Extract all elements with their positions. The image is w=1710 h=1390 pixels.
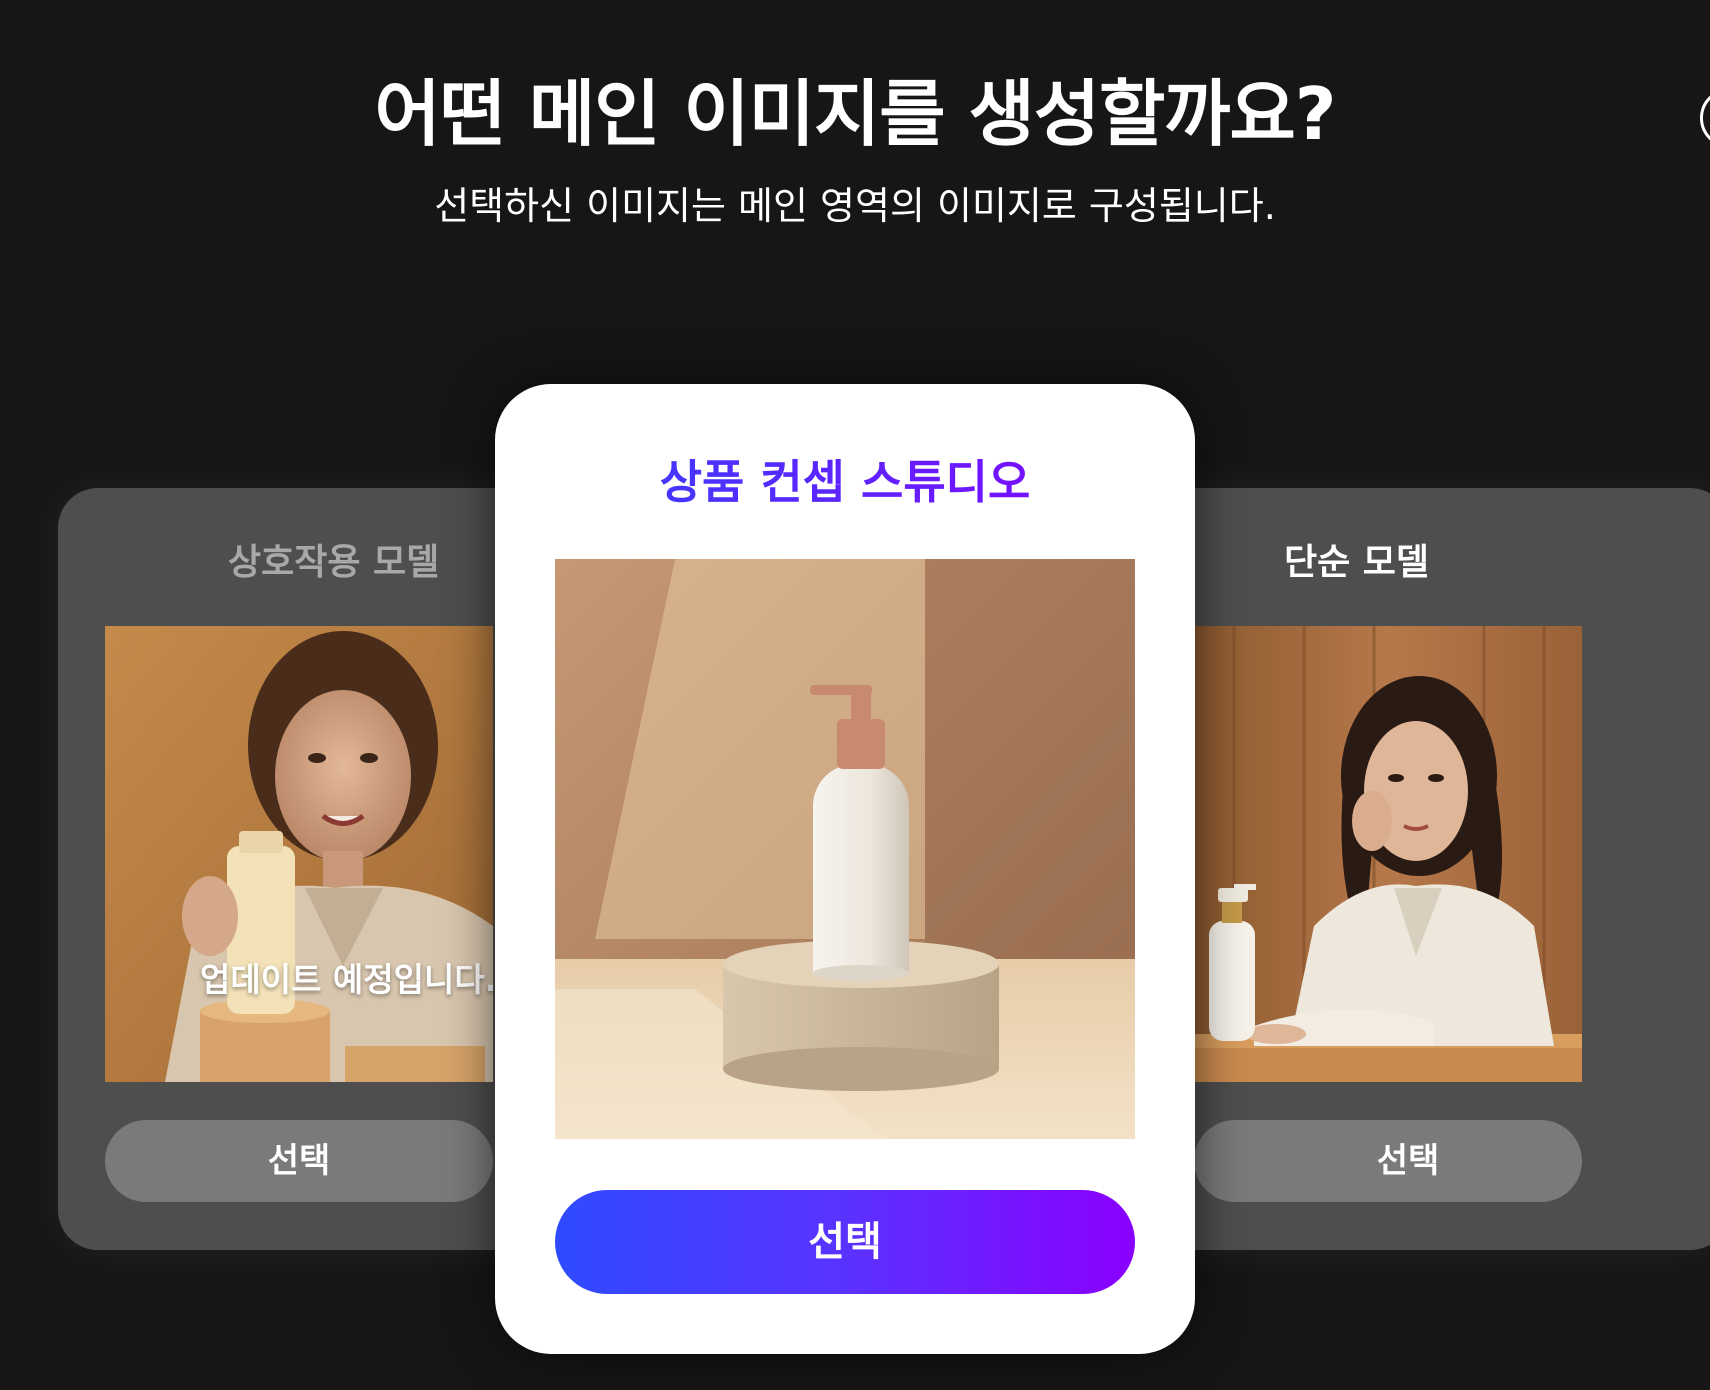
card-title: 단순 모델 [1284,542,1430,583]
page-subtitle: 선택하신 이미지는 메인 영역의 이미지로 구성됩니다. [434,184,1276,228]
product-concept-image [555,559,1135,1139]
button-label: 선택 [1376,1141,1440,1181]
page: 어떤 메인 이미지를 생성할까요? 선택하신 이미지는 메인 영역의 이미지로 … [0,0,1710,1390]
card-title: 상호작용 모델 [228,542,440,583]
button-label: 선택 [267,1141,331,1181]
card-product-concept-studio[interactable]: 상품 컨셉 스튜디오 선택 [495,384,1195,1354]
page-title: 어떤 메인 이미지를 생성할까요? [374,72,1336,156]
select-button-interaction-model[interactable]: 선택 [105,1120,493,1202]
select-button-simple-model[interactable]: 선택 [1194,1120,1582,1202]
interaction-model-image: 업데이트 예정입니다. [105,626,493,1082]
update-notice: 업데이트 예정입니다. [200,960,493,999]
card-title: 상품 컨셉 스튜디오 [495,450,1195,514]
simple-model-image [1194,626,1582,1082]
select-button-product-concept-studio[interactable]: 선택 [555,1190,1135,1294]
